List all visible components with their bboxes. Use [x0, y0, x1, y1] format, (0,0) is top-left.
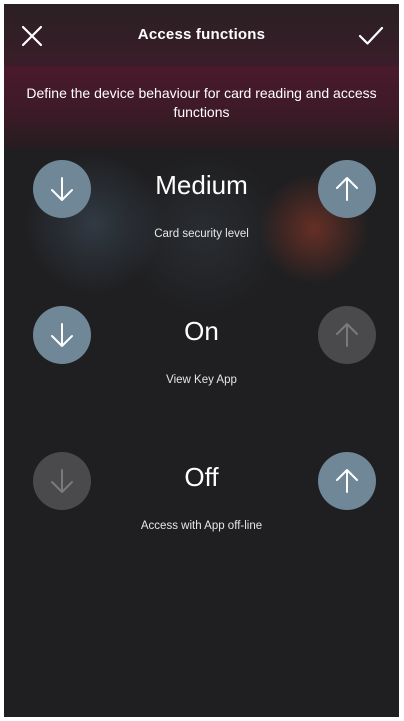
setting-row-view-key-app: On View Key App: [4, 306, 399, 416]
arrow-down-icon: [51, 323, 73, 347]
decrease-view-key-app-button[interactable]: [33, 306, 91, 364]
screen: Access functions Define the device behav…: [4, 4, 399, 717]
arrow-up-icon: [336, 469, 358, 493]
increase-view-key-app-button: [318, 306, 376, 364]
setting-row-card-security: Medium Card security level: [4, 160, 399, 270]
card-security-value: Medium: [155, 170, 248, 200]
decrease-card-security-button[interactable]: [33, 160, 91, 218]
arrow-up-icon: [336, 323, 358, 347]
checkmark-icon: [358, 26, 384, 45]
page-title: Access functions: [137, 26, 266, 43]
header-bar: Access functions: [4, 4, 399, 66]
increase-card-security-button[interactable]: [318, 160, 376, 218]
app-offline-label: Access with App off-line: [140, 520, 263, 532]
view-key-app-value: On: [184, 316, 219, 346]
app-offline-value: Off: [184, 462, 219, 492]
description-text: Define the device behaviour for card rea…: [26, 85, 377, 120]
arrow-up-icon: [336, 177, 358, 201]
description-banner: Define the device behaviour for card rea…: [4, 66, 399, 150]
setting-row-app-offline: Off Access with App off-line: [4, 452, 399, 562]
view-key-app-label: View Key App: [166, 374, 237, 386]
increase-app-offline-button[interactable]: [318, 452, 376, 510]
decrease-app-offline-button: [33, 452, 91, 510]
card-security-label: Card security level: [154, 228, 249, 240]
confirm-button[interactable]: [353, 18, 389, 54]
arrow-down-icon: [51, 469, 73, 493]
arrow-down-icon: [51, 177, 73, 201]
